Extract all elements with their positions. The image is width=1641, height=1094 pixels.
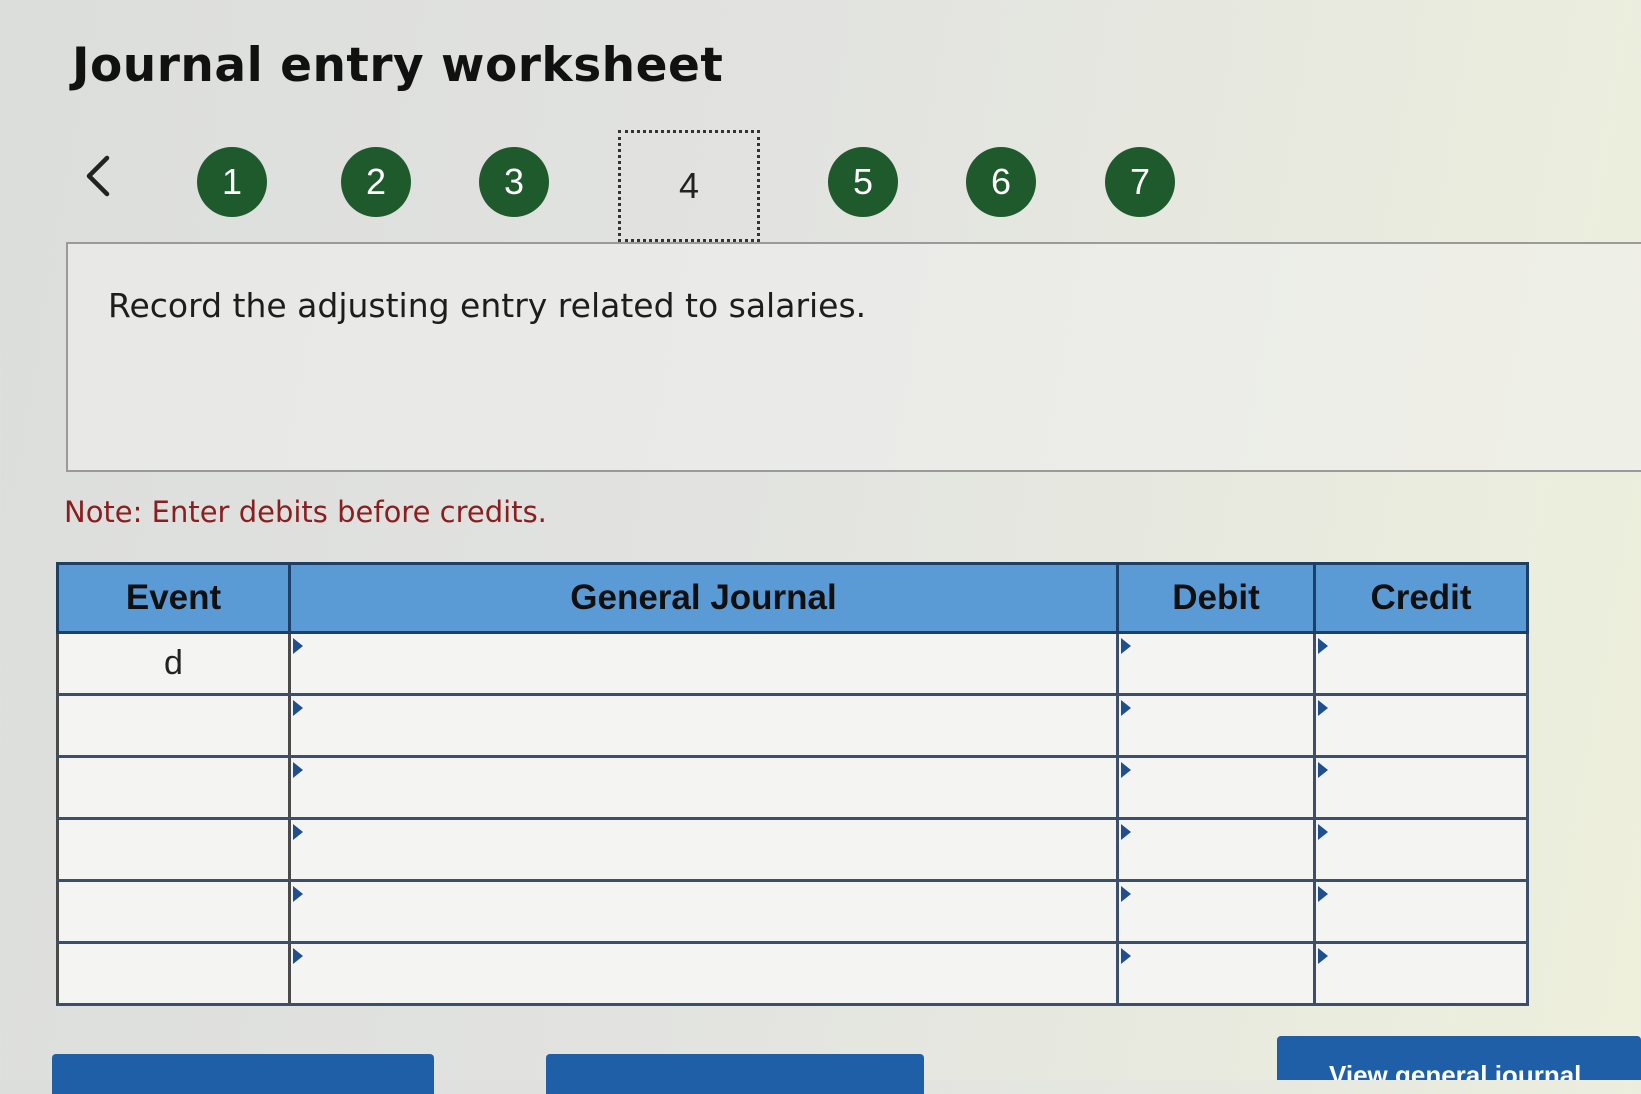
event-cell [56, 941, 291, 1006]
credit-input[interactable] [1313, 755, 1529, 820]
debit-input[interactable] [1116, 879, 1316, 944]
debit-column-header: Debit [1116, 562, 1316, 634]
table-row [56, 755, 1529, 820]
event-column-header: Event [56, 562, 291, 634]
event-cell [56, 879, 291, 944]
debit-input[interactable] [1116, 817, 1316, 882]
event-cell [56, 755, 291, 820]
general-journal-column-header: General Journal [288, 562, 1119, 634]
record-entry-button[interactable] [52, 1054, 434, 1094]
table-row: d [56, 631, 1529, 696]
credit-input[interactable] [1313, 693, 1529, 758]
table-row [56, 817, 1529, 882]
event-cell [56, 817, 291, 882]
credit-input[interactable] [1313, 817, 1529, 882]
previous-step-button[interactable] [76, 148, 120, 204]
account-input[interactable] [288, 879, 1119, 944]
credit-input[interactable] [1313, 631, 1529, 696]
step-1-button[interactable]: 1 [197, 147, 267, 217]
page-title: Journal entry worksheet [72, 38, 724, 93]
event-cell [56, 693, 291, 758]
debit-input[interactable] [1116, 693, 1316, 758]
note-text: Note: Enter debits before credits. [64, 495, 547, 529]
instruction-panel: Record the adjusting entry related to sa… [66, 242, 1641, 472]
credit-column-header: Credit [1313, 562, 1529, 634]
account-input[interactable] [288, 631, 1119, 696]
step-3-button[interactable]: 3 [479, 147, 549, 217]
step-5-button[interactable]: 5 [828, 147, 898, 217]
journal-table: Event General Journal Debit Credit d [56, 562, 1529, 1006]
event-cell: d [56, 631, 291, 696]
account-input[interactable] [288, 693, 1119, 758]
table-row [56, 879, 1529, 944]
clear-entry-button[interactable] [546, 1054, 924, 1094]
table-row [56, 693, 1529, 758]
instruction-text: Record the adjusting entry related to sa… [108, 286, 867, 325]
account-input[interactable] [288, 755, 1119, 820]
chevron-left-icon [86, 155, 110, 197]
view-general-journal-button[interactable]: View general journal [1277, 1036, 1641, 1080]
account-input[interactable] [288, 941, 1119, 1006]
debit-input[interactable] [1116, 755, 1316, 820]
debit-input[interactable] [1116, 631, 1316, 696]
journal-header-row: Event General Journal Debit Credit [56, 562, 1529, 634]
debit-input[interactable] [1116, 941, 1316, 1006]
step-6-button[interactable]: 6 [966, 147, 1036, 217]
credit-input[interactable] [1313, 941, 1529, 1006]
step-7-button[interactable]: 7 [1105, 147, 1175, 217]
step-4-current[interactable]: 4 [618, 130, 760, 242]
table-row [56, 941, 1529, 1006]
credit-input[interactable] [1313, 879, 1529, 944]
account-input[interactable] [288, 817, 1119, 882]
step-2-button[interactable]: 2 [341, 147, 411, 217]
